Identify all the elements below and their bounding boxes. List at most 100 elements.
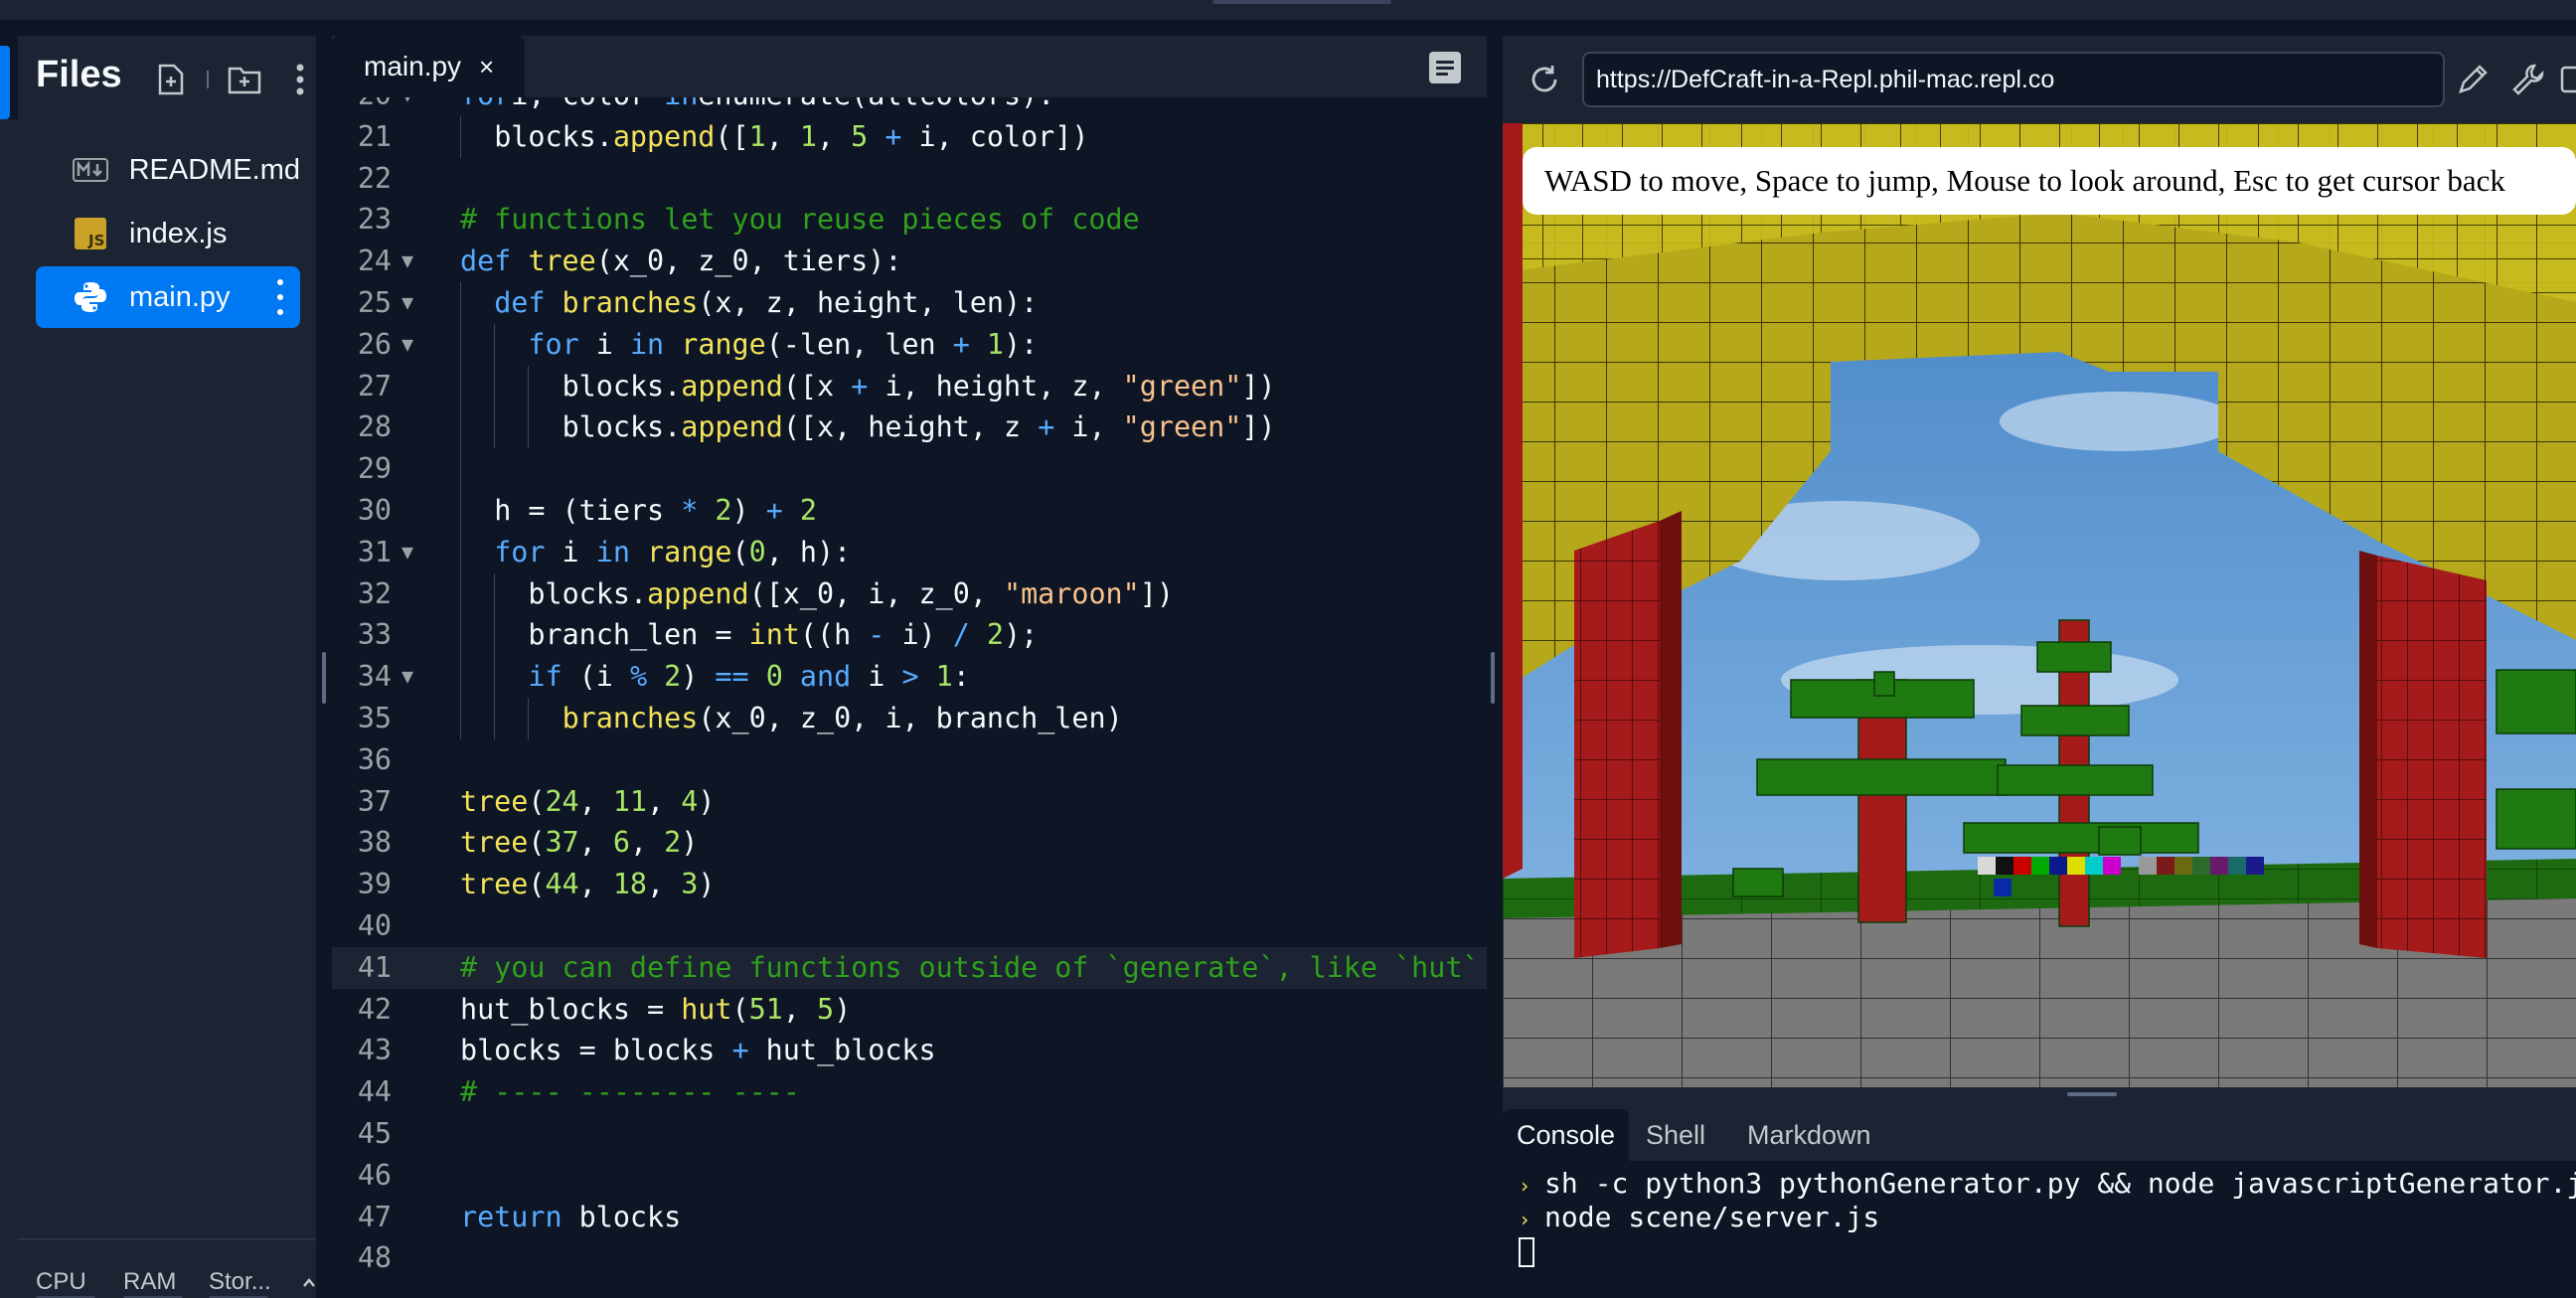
code-line[interactable]: 27 blocks.append([x + i, height, z, "gree… (332, 365, 1487, 407)
file-menu-button[interactable] (270, 279, 290, 315)
line-number: 43 (357, 1034, 392, 1067)
code-text: branch_len = int((h - i) / 2); (528, 618, 1039, 652)
cpu-label: CPU (36, 1268, 86, 1295)
code-line[interactable]: 21 blocks.append([1, 1, 5 + i, color]) (332, 115, 1487, 158)
code-line[interactable]: 46 (332, 1155, 1487, 1197)
code-line[interactable]: 37 tree(24, 11, 4) (332, 781, 1487, 823)
fold-toggle-icon[interactable]: ▼ (402, 282, 413, 324)
code-line[interactable]: 40 (332, 905, 1487, 947)
code-line[interactable]: 31 ▼ for i in range(0, h): (332, 531, 1487, 573)
code-line[interactable]: 41 # you can define functions outside of … (332, 946, 1487, 989)
code-line[interactable]: 38 tree(37, 6, 2) (332, 822, 1487, 864)
code-line[interactable]: 34 ▼ if (i % 2) == 0 and i > 1: (332, 656, 1487, 698)
new-folder-icon (228, 67, 261, 94)
code-line[interactable]: 45 (332, 1113, 1487, 1155)
file-name: index.js (129, 217, 228, 249)
console-resizer[interactable] (2067, 1092, 2117, 1096)
line-number: 37 (357, 784, 392, 818)
line-number: 28 (357, 410, 392, 444)
code-line[interactable]: 32 blocks.append([x_0, i, z_0, "maroon"]) (332, 572, 1487, 615)
code-area[interactable]: 20▼fori, color inenumerate(allcolors):21… (332, 97, 1487, 1298)
code-line[interactable]: 26 ▼ for i in range(-len, len + 1): (332, 323, 1487, 366)
code-text: if (i % 2) == 0 and i > 1: (528, 660, 970, 694)
code-line[interactable]: 28 blocks.append([x, height, z + i, "gree… (332, 406, 1487, 449)
chevron-up-icon[interactable] (302, 1276, 316, 1288)
code-line[interactable]: 33 branch_len = int((h - i) / 2); (332, 614, 1487, 657)
active-panel-indicator (0, 46, 10, 119)
code-line[interactable]: 20 ▼ fori, color inenumerate(allcolors): (332, 97, 1487, 116)
fold-toggle-icon[interactable]: ▼ (402, 532, 413, 573)
code-line[interactable]: 35 branches(x_0, z_0, i, branch_len) (332, 697, 1487, 739)
drag-handle[interactable] (1212, 0, 1391, 4)
line-number: 44 (357, 1075, 392, 1109)
code-line[interactable]: 39 tree(44, 18, 3) (332, 864, 1487, 905)
tab-console[interactable]: Console (1503, 1109, 1630, 1161)
line-number: 48 (357, 1241, 392, 1275)
line-number: 24 (357, 244, 392, 278)
fold-toggle-icon[interactable]: ▼ (402, 97, 413, 116)
file-item-readme[interactable]: README.md (36, 139, 300, 201)
webview-panel: https://DefCraft-in-a-Repl.phil-mac.repl… (1503, 36, 2576, 1298)
indent-guide (460, 656, 461, 698)
editor-options-button[interactable] (1429, 52, 1461, 83)
wrench-icon[interactable] (2510, 62, 2546, 97)
code-line[interactable]: 42 hut_blocks = hut(51, 5) (332, 989, 1487, 1031)
indent-guide (494, 365, 496, 407)
code-text: tree(24, 11, 4) (460, 784, 716, 818)
game-viewport[interactable]: WASD to move, Space to jump, Mouse to lo… (1503, 123, 2576, 1087)
code-line[interactable]: 23 # functions let you reuse pieces of co… (332, 199, 1487, 241)
javascript-icon: JS (72, 215, 109, 252)
text-cursor (1519, 1237, 1534, 1267)
indent-guide (460, 448, 461, 490)
panel-resizer[interactable] (1491, 652, 1495, 704)
maximize-icon[interactable] (2558, 62, 2576, 97)
indent-guide (460, 365, 461, 407)
indent-guide (528, 697, 530, 739)
console-output[interactable]: › sh -c python3 pythonGenerator.py && nod… (1503, 1161, 2576, 1298)
code-line[interactable]: 25 ▼ def branches(x, z, height, len): (332, 281, 1487, 324)
indent-guide (460, 323, 461, 366)
code-text: # functions let you reuse pieces of code (460, 203, 1140, 237)
line-number: 26 (357, 327, 392, 361)
code-line[interactable]: 29 (332, 448, 1487, 490)
files-menu-button[interactable] (280, 60, 320, 99)
code-line[interactable]: 44 # ---- -------- ---- (332, 1071, 1487, 1113)
panel-resizer[interactable] (322, 652, 326, 704)
code-text: # you can define functions outside of `g… (460, 950, 1480, 984)
line-number: 34 (357, 660, 392, 694)
file-item-index-js[interactable]: JS index.js (36, 203, 300, 264)
line-number: 32 (357, 576, 392, 610)
pencil-icon[interactable] (2455, 62, 2491, 97)
code-lines: 20▼fori, color inenumerate(allcolors):21… (332, 97, 1487, 1279)
close-icon[interactable]: × (479, 52, 494, 82)
reload-icon[interactable] (1527, 62, 1562, 97)
line-number: 22 (357, 161, 392, 195)
fold-toggle-icon[interactable]: ▼ (402, 656, 413, 698)
divider (207, 71, 209, 88)
code-line[interactable]: 22 (332, 158, 1487, 200)
code-editor: main.py × 20 ▼ fori, color inenumerate(all… (332, 36, 1487, 1298)
url-input[interactable]: https://DefCraft-in-a-Repl.phil-mac.repl… (1582, 52, 2445, 107)
code-line[interactable]: 30 h = (tiers * 2) + 2 (332, 489, 1487, 532)
new-folder-button[interactable] (225, 60, 264, 99)
indent-guide (460, 531, 461, 573)
tab-shell[interactable]: Shell (1632, 1109, 1719, 1161)
fold-toggle-icon[interactable]: ▼ (402, 241, 413, 282)
line-number: 30 (357, 493, 392, 527)
tab-main-py[interactable]: main.py × (332, 36, 525, 97)
new-file-button[interactable] (151, 60, 191, 99)
code-line[interactable]: 24 ▼ def tree(x_0, z_0, tiers): (332, 241, 1487, 282)
console-line: › node scene/server.js (1519, 1201, 1880, 1233)
prompt-icon: › (1519, 1208, 1531, 1231)
code-line[interactable]: 47 return blocks (332, 1197, 1487, 1238)
line-number: 36 (357, 742, 392, 776)
code-line[interactable]: 43 blocks = blocks + hut_blocks (332, 1030, 1487, 1071)
file-name: main.py (129, 280, 231, 313)
files-title: Files (36, 54, 122, 95)
tab-markdown[interactable]: Markdown (1733, 1109, 1885, 1161)
file-item-main-py[interactable]: main.py (36, 266, 300, 328)
voxel-scene (1503, 123, 2576, 1087)
code-line[interactable]: 48 (332, 1237, 1487, 1279)
fold-toggle-icon[interactable]: ▼ (402, 324, 413, 366)
code-line[interactable]: 36 (332, 739, 1487, 781)
